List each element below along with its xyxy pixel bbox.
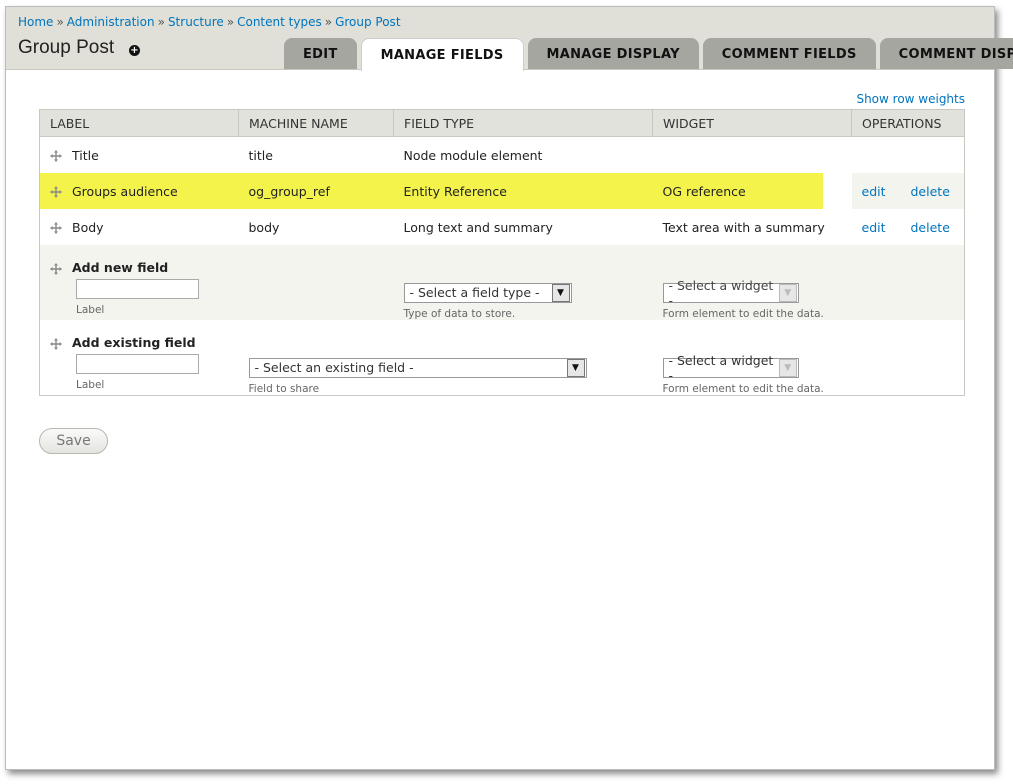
breadcrumb: Home» Administration» Structure» Content ty… <box>18 15 401 29</box>
page-title: Group Post <box>18 37 115 58</box>
operations <box>851 136 965 173</box>
existing-field-desc: Field to share <box>248 382 320 395</box>
field-type-select-value: - Select a field type - <box>409 285 540 300</box>
tab-comment-display[interactable]: COMMENT DISPLAY <box>879 38 1013 69</box>
tab-manage-display[interactable]: MANAGE DISPLAY <box>527 38 699 69</box>
field-label: Title <box>72 147 99 163</box>
existing-field-label-input[interactable] <box>76 354 199 374</box>
chevron-down-icon: ▼ <box>551 283 570 302</box>
column-header-operations: OPERATIONS <box>851 109 965 137</box>
breadcrumb-group-post[interactable]: Group Post <box>335 15 400 29</box>
table-row: Title title Node module element <box>39 136 965 173</box>
breadcrumb-structure[interactable]: Structure <box>168 15 224 29</box>
machine-name: og_group_ref <box>248 183 330 199</box>
machine-name: body <box>238 209 394 245</box>
new-widget-select[interactable]: - Select a widget - ▼ <box>662 278 799 308</box>
tab-edit[interactable]: EDIT <box>284 38 357 69</box>
existing-field-select-value: - Select an existing field - <box>254 360 414 375</box>
widget-link[interactable]: OG reference <box>653 173 852 209</box>
chevron-down-icon: ▼ <box>566 358 585 377</box>
table-row: Groups audience og_group_ref Entity Refe… <box>40 173 965 209</box>
drag-handle-icon[interactable] <box>50 222 62 234</box>
new-field-label-input[interactable] <box>76 279 199 299</box>
existing-field-label-desc: Label <box>76 379 105 391</box>
add-new-field-title: Add new field <box>72 260 169 275</box>
delete-link[interactable]: delete <box>911 184 950 199</box>
page-header: Home» Administration» Structure» Content ty… <box>6 7 1013 71</box>
column-header-widget: WIDGET <box>652 109 852 137</box>
drag-handle-icon[interactable] <box>50 186 62 198</box>
breadcrumb-content-types[interactable]: Content types <box>237 15 322 29</box>
widget-link[interactable]: Text area with a summary <box>652 209 852 245</box>
operations: edit delete <box>851 209 965 245</box>
fields-table: LABEL MACHINE NAME FIELD TYPE WIDGET OPE… <box>39 109 965 396</box>
widget <box>652 136 852 173</box>
page-frame: Home» Administration» Structure» Content ty… <box>5 6 1013 770</box>
existing-widget-select[interactable]: - Select a widget - ▼ <box>662 353 799 383</box>
field-type: Node module element <box>393 136 653 173</box>
new-widget-select-value: - Select a widget - <box>668 278 774 308</box>
existing-widget-select-value: - Select a widget - <box>668 353 774 383</box>
existing-field-select[interactable]: - Select an existing field - ▼ <box>248 357 587 378</box>
delete-link[interactable]: delete <box>911 220 950 235</box>
tab-manage-fields[interactable]: MANAGE FIELDS <box>360 38 524 71</box>
tab-comment-fields[interactable]: COMMENT FIELDS <box>702 38 876 69</box>
column-header-field-type: FIELD TYPE <box>393 109 653 137</box>
drag-handle-icon[interactable] <box>50 337 62 350</box>
field-label: Body <box>72 219 104 235</box>
field-type-select[interactable]: - Select a field type - ▼ <box>403 282 572 303</box>
field-type-link[interactable]: Long text and summary <box>393 209 653 245</box>
machine-name: title <box>238 136 394 173</box>
add-existing-field-row: Add existing field Label - Select an exi… <box>39 320 965 396</box>
edit-link[interactable]: edit <box>862 184 886 199</box>
field-type-link[interactable]: Entity Reference <box>394 173 653 209</box>
add-new-field-row: Add new field Label - Select a field typ… <box>39 245 965 320</box>
new-widget-desc: Form element to edit the data. <box>662 308 824 320</box>
drag-handle-icon[interactable] <box>50 150 62 162</box>
add-existing-field-title: Add existing field <box>72 335 196 350</box>
operations: edit delete <box>851 173 965 209</box>
table-row: Body body Long text and summary Text are… <box>39 209 965 245</box>
drag-handle-icon[interactable] <box>50 262 62 275</box>
tab-bar: EDIT MANAGE FIELDS MANAGE DISPLAY COMMEN… <box>284 38 1013 71</box>
column-header-machine-name: MACHINE NAME <box>238 109 394 137</box>
add-shortcut-icon[interactable]: + <box>129 45 140 56</box>
chevron-down-icon: ▼ <box>778 359 797 377</box>
breadcrumb-home[interactable]: Home <box>18 15 53 29</box>
new-field-label-desc: Label <box>76 304 105 316</box>
column-header-label: LABEL <box>39 109 239 137</box>
field-type-desc: Type of data to store. <box>403 307 516 320</box>
field-label: Groups audience <box>72 183 178 199</box>
show-row-weights-link[interactable]: Show row weights <box>856 92 965 106</box>
save-button[interactable]: Save <box>39 428 108 454</box>
breadcrumb-administration[interactable]: Administration <box>67 15 155 29</box>
existing-widget-desc: Form element to edit the data. <box>662 383 824 395</box>
edit-link[interactable]: edit <box>862 220 886 235</box>
chevron-down-icon: ▼ <box>778 284 797 302</box>
